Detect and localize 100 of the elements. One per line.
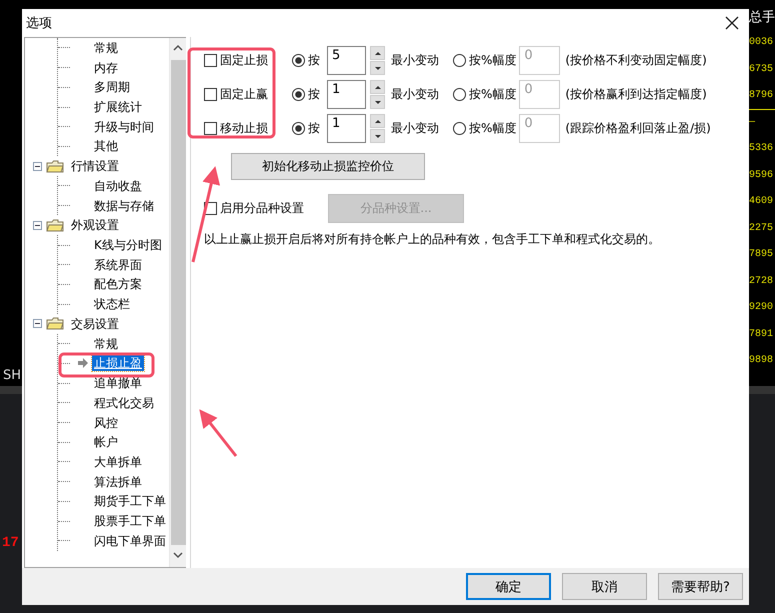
folder-icon: [46, 317, 64, 330]
caret-up-icon: [374, 84, 382, 90]
scrollbar[interactable]: [169, 38, 186, 567]
info-text: 以上止赢止损开启后将对所有持仓帐户上的品种有效，包含手工下单和程式化交易的。: [204, 231, 661, 248]
scroll-up-icon[interactable]: [173, 44, 183, 52]
table-cell-text: 4609: [749, 195, 774, 209]
radio-button[interactable]: [292, 54, 305, 67]
tree-item[interactable]: 行情设置: [69, 158, 121, 174]
checkbox-label: 固定止赢: [220, 86, 268, 103]
tree-item[interactable]: 追单撤单: [92, 375, 144, 392]
caret-down-icon: [374, 64, 382, 72]
dialog-button[interactable]: 确定: [466, 573, 551, 600]
tick-input[interactable]: 1: [327, 114, 366, 143]
folder-icon: [46, 160, 64, 173]
dialog-button[interactable]: 取消: [562, 573, 647, 600]
table-cell-text: 0036: [749, 36, 774, 50]
spin-down-button[interactable]: [370, 61, 385, 75]
collapse-icon[interactable]: [33, 162, 42, 171]
tick-input[interactable]: 1: [327, 80, 366, 109]
collapse-icon[interactable]: [33, 319, 42, 328]
tree-item[interactable]: 多周期: [92, 79, 132, 96]
tree-item[interactable]: 止损止盈: [92, 355, 144, 372]
spin-down-button[interactable]: [370, 95, 385, 109]
tree-item[interactable]: 交易设置: [69, 316, 121, 332]
radio-button[interactable]: [453, 88, 466, 101]
tree-item[interactable]: 程式化交易: [92, 394, 156, 411]
spin-up-button[interactable]: [370, 80, 385, 94]
radio-label: 按%幅度: [469, 120, 516, 137]
hint-text: (按价格不利变动固定幅度): [565, 52, 707, 69]
checkbox[interactable]: [204, 54, 217, 67]
tree-item[interactable]: 扩展统计: [92, 99, 144, 116]
init-trailing-stop-button[interactable]: 初始化移动止损监控价位: [231, 153, 425, 180]
radio-label: 按%幅度: [469, 52, 516, 69]
table-cell-text: 9290: [749, 301, 774, 315]
tree-item[interactable]: 配色方案: [92, 276, 144, 292]
tree-item[interactable]: 升级与时间: [92, 118, 156, 135]
radio-label: 按: [308, 52, 320, 69]
table-cell-text: 2275: [749, 222, 774, 236]
market-label: 17: [1, 535, 20, 551]
table-cell-text: 2728: [749, 274, 774, 288]
folder-icon: [46, 218, 64, 232]
radio-label: 按: [308, 86, 320, 103]
unit-label: 最小变动: [391, 86, 440, 103]
radio-button[interactable]: [453, 122, 466, 135]
annotation-arrow: [199, 409, 238, 457]
tree-item[interactable]: 其他: [92, 138, 120, 154]
window-title: 选项: [26, 15, 52, 32]
radio-button[interactable]: [292, 88, 305, 101]
tree-item[interactable]: 常规: [92, 40, 120, 56]
column-header: 总手: [749, 9, 775, 27]
caret-down-icon: [374, 98, 382, 106]
table-cell-text: 5336: [749, 142, 774, 156]
tree-item[interactable]: K线与分时图: [92, 237, 164, 254]
table-cell-text: 9596: [749, 168, 774, 182]
tree-item[interactable]: 大单拆单: [92, 454, 144, 470]
tree-item[interactable]: 自动收盘: [92, 178, 144, 194]
tree-item[interactable]: 期货手工下单: [92, 493, 168, 510]
checkbox[interactable]: [204, 122, 217, 135]
tree-item[interactable]: 闪电下单界面: [92, 532, 168, 549]
caret-down-icon: [374, 132, 382, 140]
table-cell-text: 7895: [749, 248, 774, 262]
table-cell-text: 9898: [749, 354, 774, 368]
tree-item[interactable]: 算法拆单: [92, 474, 144, 490]
collapse-icon[interactable]: [33, 220, 42, 230]
arrow-icon: [78, 358, 88, 368]
table-cell-text: —: [749, 116, 756, 130]
scrollbar-thumb[interactable]: [170, 60, 186, 545]
checkbox-label: 移动止损: [220, 120, 268, 137]
scroll-down-icon[interactable]: [173, 551, 183, 559]
tree-item[interactable]: 外观设置: [69, 217, 121, 234]
caret-up-icon: [374, 118, 382, 124]
tree-item[interactable]: 帐户: [92, 434, 120, 450]
caret-up-icon: [374, 50, 382, 56]
market-label: SH: [2, 368, 22, 383]
tree-item[interactable]: 系统界面: [92, 256, 144, 273]
spin-down-button[interactable]: [370, 129, 385, 143]
table-cell-text: 7891: [749, 328, 774, 342]
hint-text: (跟踪价格盈利回落止盈/损): [565, 120, 711, 137]
tree-item[interactable]: 常规: [92, 336, 120, 352]
tree-item[interactable]: 股票手工下单: [92, 513, 168, 530]
checkbox-label: 固定止损: [220, 52, 268, 69]
tree-item[interactable]: 内存: [92, 60, 120, 76]
radio-button[interactable]: [453, 54, 466, 67]
radio-label: 按%幅度: [469, 86, 516, 103]
table-cell-text: 6735: [749, 62, 774, 76]
tick-input[interactable]: 5: [327, 46, 366, 75]
checkbox[interactable]: [204, 88, 217, 101]
tree-item[interactable]: 数据与存储: [92, 198, 156, 214]
tree-item[interactable]: 风控: [92, 414, 120, 431]
hint-text: (按价格赢利到达指定幅度): [565, 86, 707, 103]
tree-item[interactable]: 状态栏: [92, 296, 132, 312]
radio-button[interactable]: [292, 122, 305, 135]
dialog-button[interactable]: 需要帮助?: [658, 573, 743, 600]
unit-label: 最小变动: [391, 120, 440, 137]
unit-label: 最小变动: [391, 52, 440, 69]
spin-up-button[interactable]: [370, 114, 385, 128]
close-icon[interactable]: [725, 16, 739, 30]
spin-up-button[interactable]: [370, 46, 385, 60]
checkbox-label: 启用分品种设置: [220, 200, 304, 217]
radio-label: 按: [308, 120, 320, 137]
